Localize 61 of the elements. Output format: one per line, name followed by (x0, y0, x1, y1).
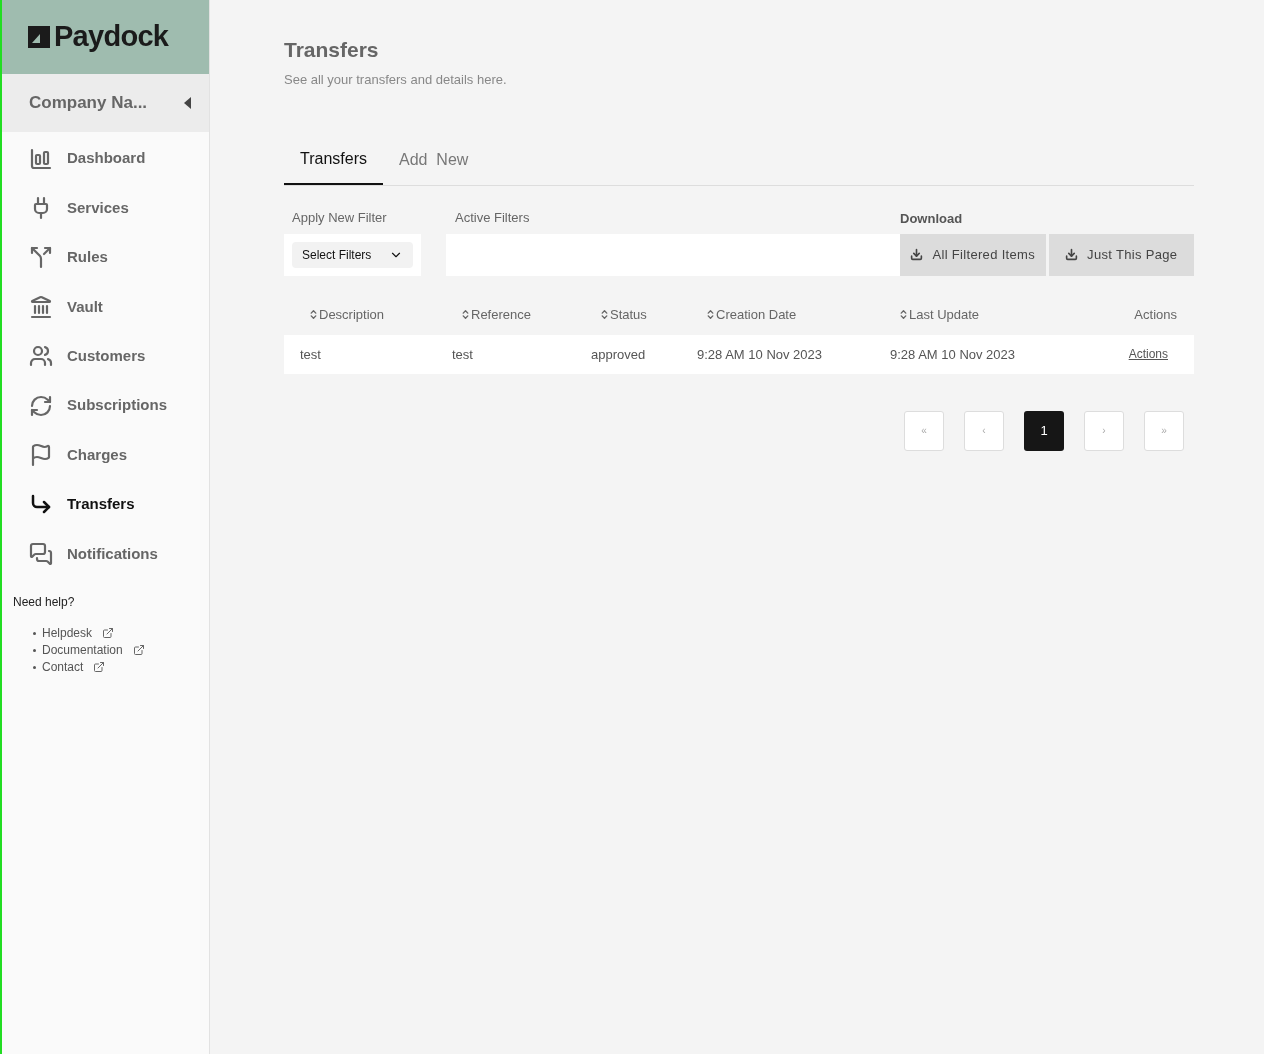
table-cell: 9:28 AM 10 Nov 2023 (890, 347, 1016, 362)
tab[interactable]: Add New (383, 135, 485, 185)
active-filters-label: Active Filters (454, 209, 531, 227)
users-icon (29, 344, 53, 369)
help-link[interactable]: Helpdesk (42, 624, 93, 642)
sidebar-item[interactable]: Customers (2, 331, 209, 381)
sort-icon (308, 309, 319, 320)
bullet-icon (33, 665, 36, 669)
bank-icon (29, 294, 53, 319)
sidebar-item[interactable]: Rules (2, 232, 209, 283)
page-button[interactable]: 1 (1024, 410, 1064, 451)
download-label: Download (900, 210, 964, 228)
download-button[interactable]: All Filtered Items (900, 233, 1046, 276)
page-subtitle: See all your transfers and details here. (284, 70, 508, 89)
chat-icon (29, 541, 53, 566)
logo-icon (28, 26, 50, 48)
sidebar-item[interactable]: Subscriptions (2, 380, 209, 431)
table-cell: approved (591, 347, 646, 362)
help-link[interactable]: Documentation (42, 641, 123, 659)
bar-chart-icon (29, 146, 53, 171)
refresh-icon (29, 393, 53, 418)
sidebar-item[interactable]: Vault (2, 282, 209, 332)
actions-link[interactable]: Actions (1128, 345, 1168, 363)
help-link[interactable]: Contact (42, 658, 84, 676)
sort-icon (705, 309, 716, 320)
column-header[interactable]: Reference (460, 304, 531, 325)
sort-icon (898, 309, 909, 320)
column-header: Actions (1134, 305, 1177, 324)
sidebar-item[interactable]: Notifications (2, 529, 209, 579)
active-filters-field[interactable] (446, 233, 900, 276)
select-filters-dropdown[interactable]: Select Filters (292, 241, 413, 268)
column-header[interactable]: Description (308, 304, 385, 325)
download-button[interactable]: Just This Page (1048, 233, 1194, 276)
table-cell: test (452, 347, 473, 362)
column-header[interactable]: Last Update (898, 304, 980, 325)
column-header[interactable]: Creation Date (705, 304, 797, 325)
external-link-icon (93, 661, 106, 673)
sort-icon (599, 309, 610, 320)
download-icon (1065, 248, 1079, 261)
sidebar-item[interactable]: Dashboard (2, 134, 209, 184)
help-title: Need help? (13, 593, 76, 611)
column-header[interactable]: Status (599, 304, 647, 325)
company-selector[interactable]: Company Na... (2, 74, 209, 132)
flag-icon (29, 443, 53, 468)
sort-icon (460, 309, 471, 320)
download-icon (910, 248, 924, 261)
bullet-icon (33, 631, 36, 635)
page-title: Transfers (284, 37, 380, 63)
bullet-icon (33, 648, 36, 652)
filter-label: Apply New Filter (291, 209, 388, 227)
tab[interactable]: Transfers (284, 135, 383, 185)
table-cell: test (300, 347, 321, 362)
external-link-icon (102, 627, 115, 639)
sidebar-item[interactable]: Transfers (2, 479, 209, 530)
sidebar-item[interactable]: Charges (2, 430, 209, 480)
fork-icon (29, 245, 53, 270)
logo-text: Paydock (54, 19, 169, 55)
table-cell: 9:28 AM 10 Nov 2023 (697, 347, 823, 362)
external-link-icon (132, 644, 145, 656)
sidebar-item[interactable]: Services (2, 183, 209, 233)
caret-left-icon (184, 97, 191, 109)
